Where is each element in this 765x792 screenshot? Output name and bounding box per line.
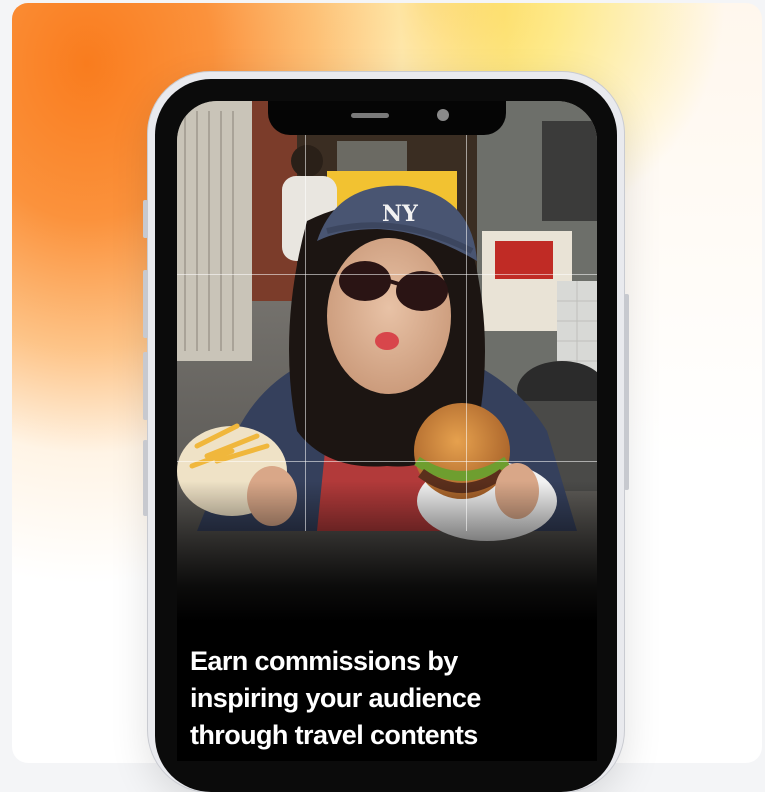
phone-volume-down-button: [143, 352, 148, 420]
svg-text:NY: NY: [382, 201, 418, 227]
phone-side-strip: [143, 440, 148, 516]
camera-grid-line: [466, 101, 467, 531]
headline-line: through travel contents: [190, 720, 478, 750]
camera-grid-line: [177, 461, 597, 462]
front-camera-icon: [437, 109, 449, 121]
headline-line: inspiring your audience: [190, 683, 481, 713]
photo-bottom-fade: [177, 481, 597, 621]
speaker-grille-icon: [351, 113, 389, 118]
phone-power-button: [624, 294, 629, 490]
headline-line: Earn commissions by: [190, 646, 458, 676]
phone-notch: [268, 101, 506, 135]
hero-headline: Earn commissions by inspiring your audie…: [190, 643, 590, 754]
camera-grid-line: [305, 101, 306, 531]
camera-grid-line: [177, 274, 597, 275]
phone-volume-up-button: [143, 270, 148, 338]
phone-mute-switch: [143, 200, 148, 238]
